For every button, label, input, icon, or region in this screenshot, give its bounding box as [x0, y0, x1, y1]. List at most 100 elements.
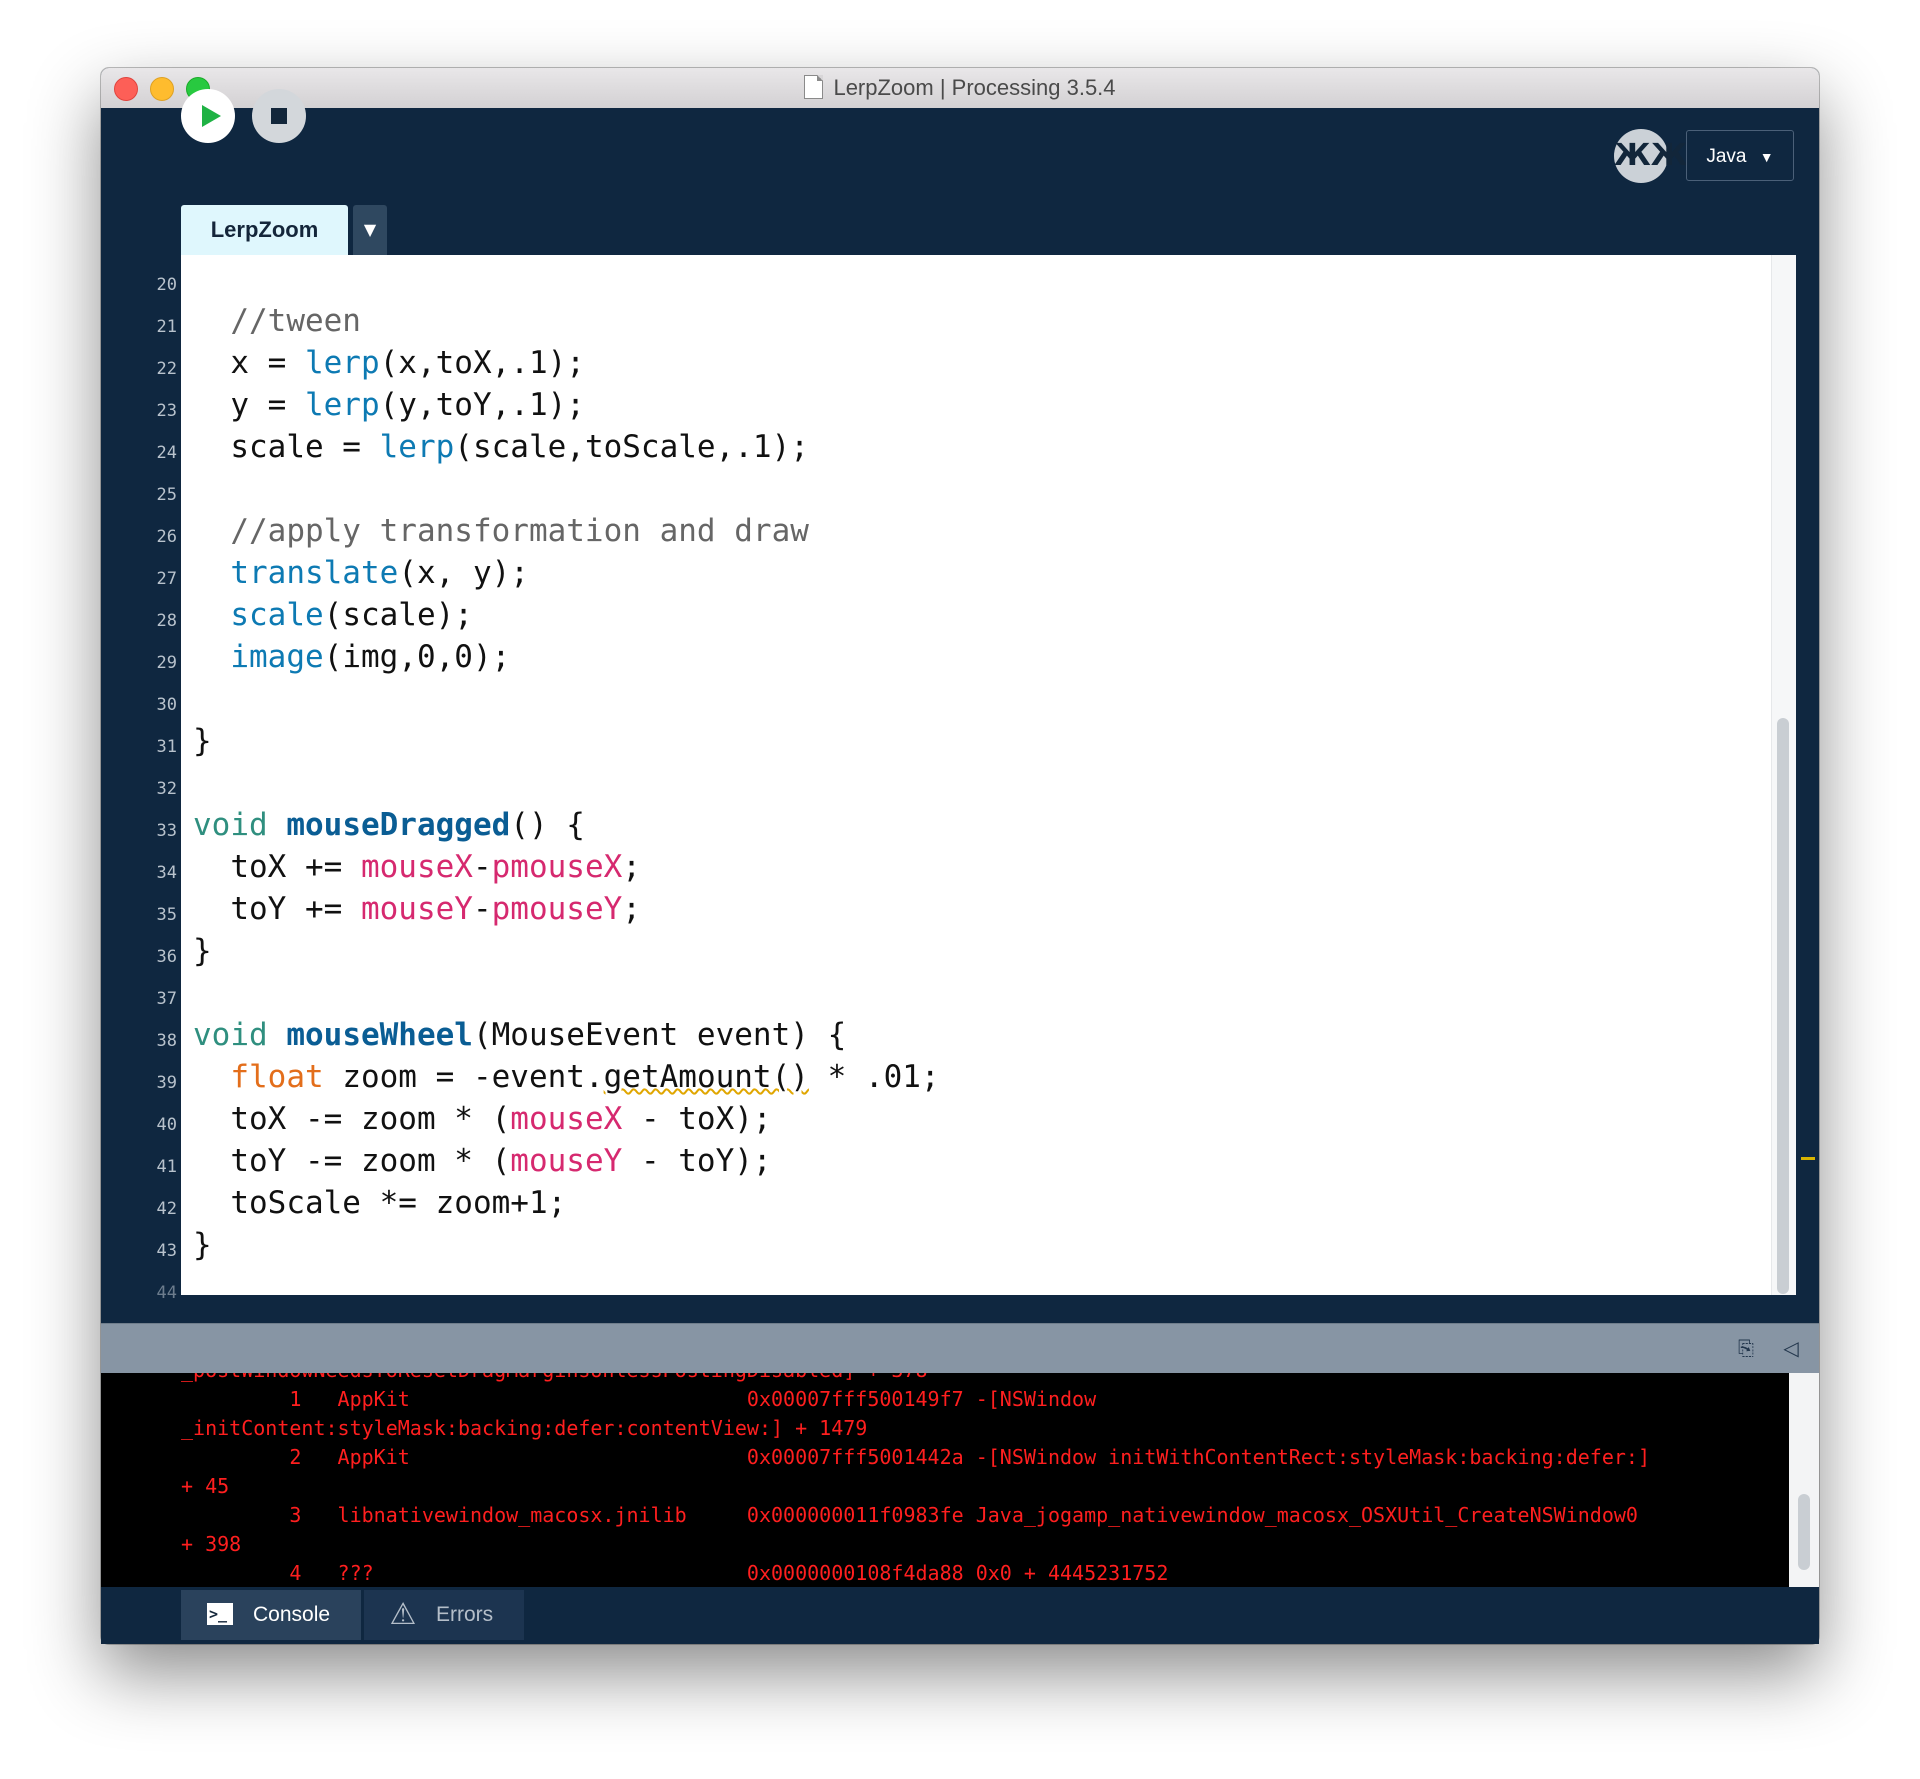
panel-divider[interactable]: [101, 1323, 1819, 1374]
function-definition: mouseDragged: [286, 807, 511, 843]
code-line: y = lerp(y,toY,.1);: [193, 385, 585, 426]
copy-icon[interactable]: ⎘: [1736, 1338, 1756, 1358]
chevron-down-icon: ▼: [363, 220, 377, 239]
builtin-variable: mouseY: [360, 891, 473, 927]
code-line: translate(x, y);: [193, 553, 529, 594]
editor-scrollbar-thumb[interactable]: [1777, 718, 1789, 1294]
code-text: (scale);: [323, 597, 473, 633]
line-number: 38: [156, 1031, 177, 1051]
line-number: 37: [156, 989, 177, 1009]
code-line: }: [193, 721, 212, 762]
stop-button[interactable]: [252, 89, 306, 143]
code-text: toX -= zoom * (: [230, 1101, 511, 1137]
tab-errors[interactable]: ⚠ Errors: [364, 1590, 524, 1640]
line-number: 22: [156, 359, 177, 379]
code-text: }: [193, 723, 212, 759]
code-line: float zoom = -event.getAmount() * .01;: [193, 1057, 940, 1098]
tab-menu-button[interactable]: ▼: [353, 205, 387, 255]
butterfly-debugger-icon: ЖЖ: [1614, 138, 1688, 173]
code-text: - toY);: [622, 1143, 772, 1179]
line-number: 34: [156, 863, 177, 883]
code-text: (img,0,0);: [323, 639, 511, 675]
window-title: LerpZoom | Processing 3.5.4: [101, 68, 1819, 108]
mode-selector[interactable]: Java ▼: [1686, 130, 1794, 181]
code-text: zoom = -event.: [323, 1059, 604, 1095]
code-text: (y,toY,.1);: [379, 387, 585, 423]
console-line: 4 ??? 0x0000000108f4da88 0x0 + 444523175…: [181, 1561, 1169, 1585]
console-line: + 398: [181, 1532, 242, 1556]
line-number: 41: [156, 1157, 177, 1177]
console-line: 2 AppKit 0x00007fff5001442a -[NSWindow i…: [181, 1445, 1651, 1469]
line-number: 33: [156, 821, 177, 841]
warning-underline[interactable]: getAmount(): [604, 1059, 809, 1095]
code-text: (x, y);: [398, 555, 529, 591]
code-text: y =: [230, 387, 305, 423]
function-name: lerp: [304, 387, 380, 423]
line-number: 21: [156, 317, 177, 337]
code-line: void mouseWheel(MouseEvent event) {: [193, 1015, 846, 1056]
builtin-variable: mouseY: [510, 1143, 623, 1179]
line-number: 26: [156, 527, 177, 547]
code-line: toY -= zoom * (mouseY - toY);: [193, 1141, 772, 1182]
function-name: scale: [230, 597, 324, 633]
code-line: x = lerp(x,toX,.1);: [193, 343, 585, 384]
function-name: lerp: [304, 345, 380, 381]
console-line: _initContent:styleMask:backing:defer:con…: [181, 1416, 868, 1440]
line-number: 36: [156, 947, 177, 967]
line-number: 32: [156, 779, 177, 799]
code-text: (scale,toScale,.1);: [454, 429, 809, 465]
line-number: 35: [156, 905, 177, 925]
code-text: (x,toX,.1);: [379, 345, 585, 381]
builtin-variable: pmouseX: [491, 849, 623, 885]
tab-lerpzoom[interactable]: LerpZoom: [181, 205, 348, 255]
code-text: ;: [622, 891, 641, 927]
keyword: void: [193, 1017, 268, 1053]
line-number: 29: [156, 653, 177, 673]
terminal-icon: >_: [207, 1603, 233, 1625]
function-definition: mouseWheel: [286, 1017, 473, 1053]
tab-console[interactable]: >_ Console: [181, 1590, 361, 1640]
code-line: toX += mouseX-pmouseX;: [193, 847, 641, 888]
line-number: 28: [156, 611, 177, 631]
warning-icon: ⚠: [389, 1598, 417, 1631]
code-line: toScale *= zoom+1;: [193, 1183, 566, 1224]
type-keyword: float: [230, 1059, 324, 1095]
warning-marker[interactable]: [1801, 1157, 1815, 1160]
console-line: 1 AppKit 0x00007fff500149f7 -[NSWindow: [181, 1387, 1097, 1411]
line-number: 25: [156, 485, 177, 505]
code-line: toX -= zoom * (mouseX - toX);: [193, 1099, 772, 1140]
builtin-variable: mouseX: [360, 849, 473, 885]
line-number: 43: [156, 1241, 177, 1261]
code-text: - toX);: [622, 1101, 772, 1137]
console-line: 3 libnativewindow_macosx.jnilib 0x000000…: [181, 1503, 1638, 1527]
code-text: -: [472, 849, 492, 885]
code-text: }: [193, 933, 212, 969]
line-number: 24: [156, 443, 177, 463]
window-title-text: LerpZoom | Processing 3.5.4: [833, 75, 1116, 100]
line-number: 39: [156, 1073, 177, 1093]
code-text: () {: [510, 807, 585, 843]
code-text: * .01;: [808, 1059, 940, 1095]
builtin-variable: pmouseY: [491, 891, 623, 927]
console-line: + 45: [181, 1474, 230, 1498]
code-text: }: [193, 1227, 212, 1263]
chevron-down-icon: ▼: [1759, 149, 1774, 165]
debugger-button[interactable]: ЖЖ: [1614, 129, 1687, 183]
code-line: toY += mouseY-pmouseY;: [193, 889, 641, 930]
code-line: //tween: [193, 301, 361, 342]
tab-console-label: Console: [253, 1603, 331, 1626]
code-text: ;: [622, 849, 641, 885]
collapse-triangle-icon[interactable]: ◁: [1780, 1338, 1802, 1358]
console-scrollbar-thumb[interactable]: [1798, 1494, 1810, 1570]
line-number: 30: [156, 695, 177, 715]
code-text: toX +=: [230, 849, 361, 885]
run-button[interactable]: [181, 89, 235, 143]
code-text: toScale *= zoom+1;: [230, 1185, 567, 1221]
code-text: x =: [230, 345, 305, 381]
line-number: 42: [156, 1199, 177, 1219]
code-text: -: [472, 891, 492, 927]
line-number: 40: [156, 1115, 177, 1135]
code-line: scale = lerp(scale,toScale,.1);: [193, 427, 809, 468]
line-number: 31: [156, 737, 177, 757]
comment: //tween: [230, 303, 361, 339]
